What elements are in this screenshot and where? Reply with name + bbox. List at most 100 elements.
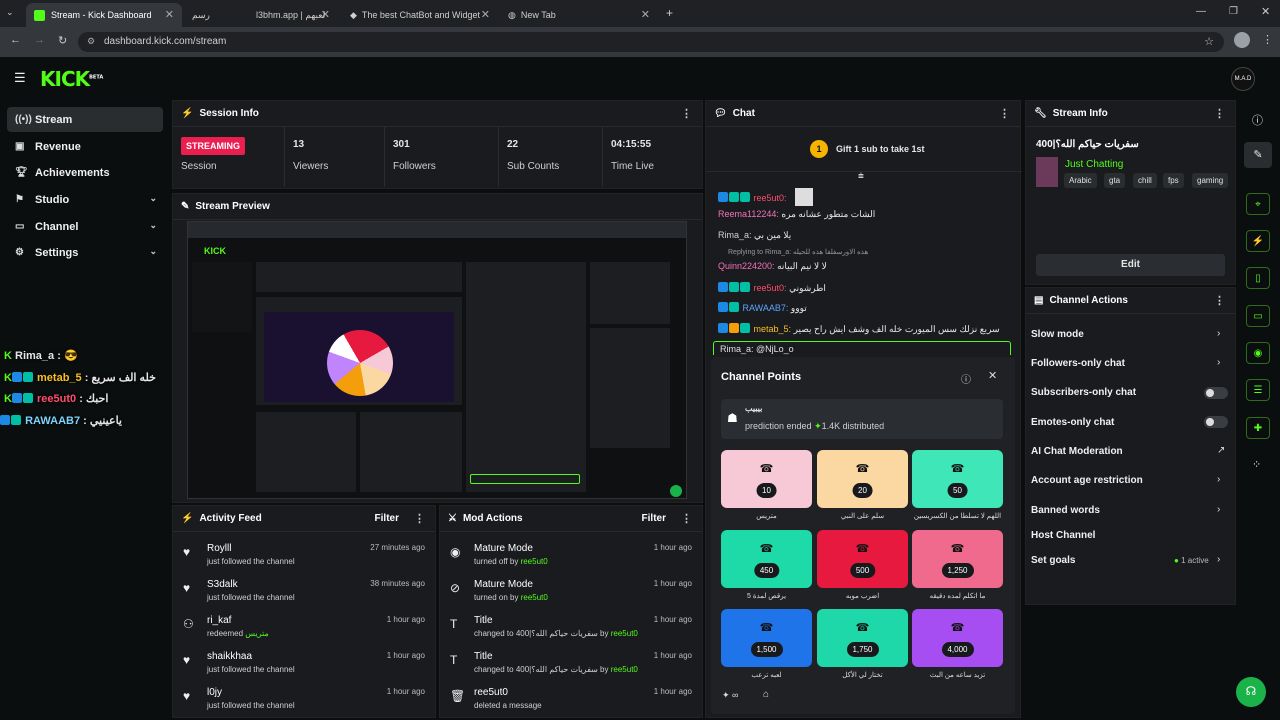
action-banned-words[interactable]: Banned words: [1031, 505, 1100, 516]
reward-card[interactable]: ☎ 1,250: [912, 530, 1003, 588]
channel-actions-header: ▤ Channel Actions ⋮: [1026, 288, 1235, 314]
action-host-channel[interactable]: Host Channel: [1031, 530, 1095, 541]
sidebar-item-achievements[interactable]: 🏆︎ Achievements: [7, 160, 163, 185]
chevron-right-icon[interactable]: ›: [1217, 554, 1220, 565]
reward-icon: ☎: [950, 463, 965, 475]
profile-icon[interactable]: [1234, 32, 1250, 48]
rail-chat-icon[interactable]: ▭: [1246, 305, 1270, 327]
chevron-right-icon[interactable]: ›: [1217, 504, 1220, 515]
tag: gta: [1104, 173, 1126, 188]
tab-5[interactable]: ◍ New Tab ✕: [500, 3, 658, 27]
reward-card[interactable]: ☎ 500: [817, 530, 908, 588]
close-tab-icon[interactable]: ✕: [165, 8, 174, 21]
action-followers-only[interactable]: Followers-only chat: [1031, 358, 1125, 369]
new-tab-icon[interactable]: +: [666, 6, 673, 20]
rail-broadcast-icon[interactable]: ◉: [1246, 342, 1270, 364]
back-icon[interactable]: ←: [10, 34, 21, 46]
edit-layout-icon[interactable]: ✎: [1244, 142, 1272, 168]
reward-card[interactable]: ☎ 50: [912, 450, 1003, 508]
chevron-right-icon[interactable]: ›: [1217, 474, 1220, 485]
diamond-icon: ◆: [350, 9, 357, 20]
browser-menu-icon[interactable]: ⋮: [1262, 33, 1273, 46]
reward-card[interactable]: ☎ 20: [817, 450, 908, 508]
more-options-icon[interactable]: ⋮: [414, 512, 425, 525]
sidebar-item-revenue[interactable]: ▣ Revenue: [7, 134, 163, 159]
more-options-icon[interactable]: ⋮: [999, 107, 1010, 120]
rail-lightning-icon[interactable]: ⚡: [1246, 230, 1270, 252]
reward-card[interactable]: ☎ 1,500: [721, 609, 812, 667]
action-set-goals[interactable]: Set goals: [1031, 555, 1075, 566]
sidebar-item-studio[interactable]: ⚑ Studio ⌄: [7, 187, 163, 212]
mod-filter-button[interactable]: Filter: [642, 513, 666, 524]
minimize-icon[interactable]: —: [1196, 6, 1206, 17]
reload-icon[interactable]: ↻: [58, 34, 67, 47]
chevron-right-icon[interactable]: ›: [1217, 328, 1220, 339]
action-emotes-only[interactable]: Emotes-only chat: [1031, 417, 1114, 428]
close-icon[interactable]: ✕: [988, 369, 997, 382]
sword-icon: ⚔: [448, 513, 457, 524]
info-icon[interactable]: ⓘ: [1252, 112, 1263, 128]
kick-logo[interactable]: KICKBETA: [40, 67, 103, 91]
rail-document-icon[interactable]: ▯: [1246, 267, 1270, 289]
pin-icon[interactable]: ⩧: [858, 171, 864, 182]
action-subscribers-only[interactable]: Subscribers-only chat: [1031, 387, 1136, 398]
subscribers-only-toggle[interactable]: [1204, 387, 1228, 399]
gift-sub-banner[interactable]: 1 Gift 1 sub to take 1st: [706, 128, 1022, 172]
stat-sub-counts: 22 Sub Counts: [499, 127, 603, 187]
reward-card[interactable]: ☎ 4,000: [912, 609, 1003, 667]
info-icon[interactable]: ⓘ: [961, 371, 971, 386]
action-ai-moderation[interactable]: AI Chat Moderation: [1031, 446, 1123, 457]
revenue-icon: ▣: [15, 141, 25, 152]
close-tab-icon[interactable]: ✕: [641, 8, 650, 21]
maximize-icon[interactable]: ❐: [1229, 6, 1238, 17]
preview-session: [256, 262, 462, 292]
edit-button[interactable]: Edit: [1036, 254, 1225, 276]
tab-4[interactable]: ◆ The best ChatBot and Widget ✕: [342, 3, 498, 27]
sidebar-item-settings[interactable]: ⚙ Settings ⌄: [7, 240, 163, 265]
sidebar-item-stream[interactable]: ((•)) Stream: [7, 107, 163, 132]
chat-message: metab_5: سريع نزلك سس الميورت خله الف وش…: [718, 323, 1000, 335]
stream-preview-video[interactable]: KICK: [187, 221, 687, 499]
emotes-only-toggle[interactable]: [1204, 416, 1228, 428]
tab-kick-dashboard[interactable]: Stream - Kick Dashboard ✕: [26, 3, 182, 27]
text-icon: T: [450, 617, 458, 631]
chevron-right-icon[interactable]: ›: [1217, 357, 1220, 368]
support-headset-icon[interactable]: ☊: [1236, 677, 1266, 707]
tab-3[interactable]: l3bhm.app | لعبهم: [248, 3, 340, 27]
store-icon[interactable]: ⌂: [763, 689, 769, 700]
close-window-icon[interactable]: ✕: [1261, 5, 1270, 18]
reward-icon: ☎: [759, 622, 774, 634]
external-link-icon[interactable]: ↗: [1217, 445, 1225, 456]
user-avatar[interactable]: M.A.D: [1231, 67, 1255, 91]
activity-item: ♥ shaikkhaa just followed the channel 1 hou…: [183, 651, 425, 674]
rail-focus-icon[interactable]: ⌖: [1246, 193, 1270, 215]
chevron-down-icon: ⌄: [149, 220, 157, 230]
forward-icon[interactable]: →: [34, 34, 45, 46]
more-options-icon[interactable]: ⋮: [681, 512, 692, 525]
reward-card[interactable]: ☎ 1,750: [817, 609, 908, 667]
rail-widgets-icon[interactable]: ⁘: [1252, 458, 1261, 471]
reward-card[interactable]: ☎ 10: [721, 450, 812, 508]
rail-list-icon[interactable]: ☰: [1246, 379, 1270, 401]
heart-icon: ♥: [183, 545, 191, 559]
more-options-icon[interactable]: ⋮: [1214, 294, 1225, 307]
kick-favicon-icon: [34, 9, 45, 21]
action-slow-mode[interactable]: Slow mode: [1031, 329, 1084, 340]
heart-icon: ♥: [183, 653, 191, 667]
close-tab-icon[interactable]: ✕: [481, 8, 490, 21]
more-options-icon[interactable]: ⋮: [681, 107, 692, 120]
reward-card[interactable]: ☎ 450: [721, 530, 812, 588]
bookmark-star-icon[interactable]: ☆: [1204, 35, 1214, 48]
action-account-age[interactable]: Account age restriction: [1031, 475, 1143, 486]
site-info-icon[interactable]: ⚙: [87, 36, 95, 47]
activity-filter-button[interactable]: Filter: [375, 513, 399, 524]
category-link[interactable]: Just Chatting: [1065, 159, 1123, 170]
tab-list-icon[interactable]: ⌄: [6, 7, 14, 18]
url-field[interactable]: ⚙ dashboard.kick.com/stream ☆: [78, 32, 1224, 52]
reward-cost: 10: [756, 483, 777, 498]
rail-wrench-icon[interactable]: ✚: [1246, 417, 1270, 439]
hamburger-menu-icon[interactable]: ☰: [14, 70, 26, 86]
sidebar-item-channel[interactable]: ▭ Channel ⌄: [7, 214, 163, 239]
more-options-icon[interactable]: ⋮: [1214, 107, 1225, 120]
chat-input[interactable]: Rima_a: @NjLo_o: [713, 341, 1011, 355]
